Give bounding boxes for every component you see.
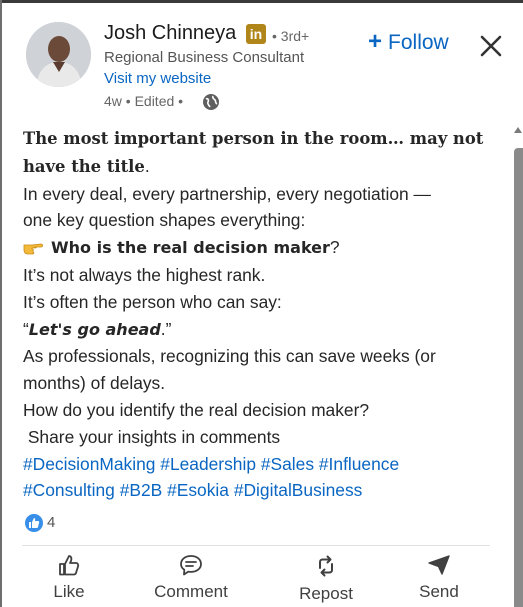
reaction-count[interactable]: 4 bbox=[47, 514, 55, 531]
comment-icon bbox=[180, 555, 202, 576]
comment-button[interactable]: Comment bbox=[141, 554, 241, 602]
like-button[interactable]: Like bbox=[47, 554, 91, 602]
pointing-hand-emoji-icon bbox=[23, 243, 43, 255]
like-label: Like bbox=[53, 582, 85, 601]
comment-label: Comment bbox=[154, 582, 228, 601]
post-line: It’s often the person who can say: bbox=[23, 291, 282, 312]
post-line: “Let's go ahead.” bbox=[23, 316, 493, 344]
repost-label: Repost bbox=[299, 584, 353, 603]
connection-degree: • 3rd+ bbox=[272, 28, 310, 44]
author-avatar[interactable] bbox=[26, 22, 91, 87]
post-line: months) of delays. bbox=[23, 373, 166, 394]
scroll-up-arrow-icon[interactable] bbox=[514, 127, 522, 133]
globe-icon bbox=[203, 94, 219, 110]
linkedin-premium-badge-icon: in bbox=[246, 24, 266, 44]
post-line: have the title. bbox=[23, 153, 493, 181]
post-time-meta: 4w • Edited • bbox=[104, 93, 184, 109]
divider bbox=[22, 545, 490, 546]
post-text: .” bbox=[160, 318, 172, 339]
send-icon bbox=[428, 555, 450, 575]
post-bold-text: Who is the real decision maker bbox=[51, 238, 330, 258]
scrollbar-thumb[interactable] bbox=[514, 148, 523, 607]
post-line: The most important person in the room… m… bbox=[23, 129, 484, 148]
post-body: The most important person in the room… m… bbox=[23, 126, 493, 504]
post-line: How do you identify the real decision ma… bbox=[23, 399, 370, 420]
author-name[interactable]: Josh Chinneya bbox=[104, 22, 236, 45]
post-line: Who is the real decision maker? bbox=[23, 234, 493, 262]
post-modal: Josh Chinneya in • 3rd+ Regional Busines… bbox=[0, 0, 523, 607]
thumbs-up-reaction-icon[interactable] bbox=[24, 513, 44, 533]
hashtag-link[interactable]: #B2B bbox=[120, 480, 163, 500]
post-line: In every deal, every partnership, every … bbox=[23, 183, 431, 204]
website-link[interactable]: Visit my website bbox=[104, 70, 211, 87]
hashtag-row: #Consulting #B2B #Esokia #DigitalBusines… bbox=[23, 477, 493, 504]
repost-icon bbox=[319, 555, 333, 577]
plus-icon: + bbox=[368, 28, 383, 55]
hashtag-link[interactable]: #DigitalBusiness bbox=[234, 480, 363, 500]
hashtag-link[interactable]: #DecisionMaking bbox=[23, 454, 155, 474]
hashtag-row: #DecisionMaking #Leadership #Sales #Infl… bbox=[23, 451, 493, 478]
hashtag-link[interactable]: #Influence bbox=[319, 454, 399, 474]
hashtag-link[interactable]: #Sales bbox=[261, 454, 314, 474]
post-bold-italic-text: Let's go ahead bbox=[28, 319, 161, 339]
post-text: ? bbox=[329, 237, 340, 258]
repost-button[interactable]: Repost bbox=[292, 554, 360, 604]
close-icon[interactable] bbox=[478, 33, 504, 59]
post-line: Share your insights in comments bbox=[23, 426, 281, 447]
thumbs-up-icon bbox=[59, 555, 80, 576]
hashtag-link[interactable]: #Esokia bbox=[167, 480, 229, 500]
hashtag-link[interactable]: #Consulting bbox=[23, 480, 115, 500]
follow-button[interactable]: + Follow bbox=[368, 28, 449, 56]
author-headline: Regional Business Consultant bbox=[104, 49, 305, 66]
post-bold-text: have the title bbox=[23, 156, 145, 176]
post-line: one key question shapes everything: bbox=[23, 210, 306, 231]
post-line: As professionals, recognizing this can s… bbox=[23, 346, 436, 367]
send-label: Send bbox=[419, 582, 459, 601]
window-top-border bbox=[0, 0, 523, 3]
follow-label: Follow bbox=[388, 31, 449, 54]
post-line: It’s not always the highest rank. bbox=[23, 264, 266, 285]
send-button[interactable]: Send bbox=[413, 554, 465, 602]
post-text: . bbox=[144, 155, 150, 176]
window-left-edge bbox=[0, 0, 2, 607]
hashtag-link[interactable]: #Leadership bbox=[160, 454, 256, 474]
